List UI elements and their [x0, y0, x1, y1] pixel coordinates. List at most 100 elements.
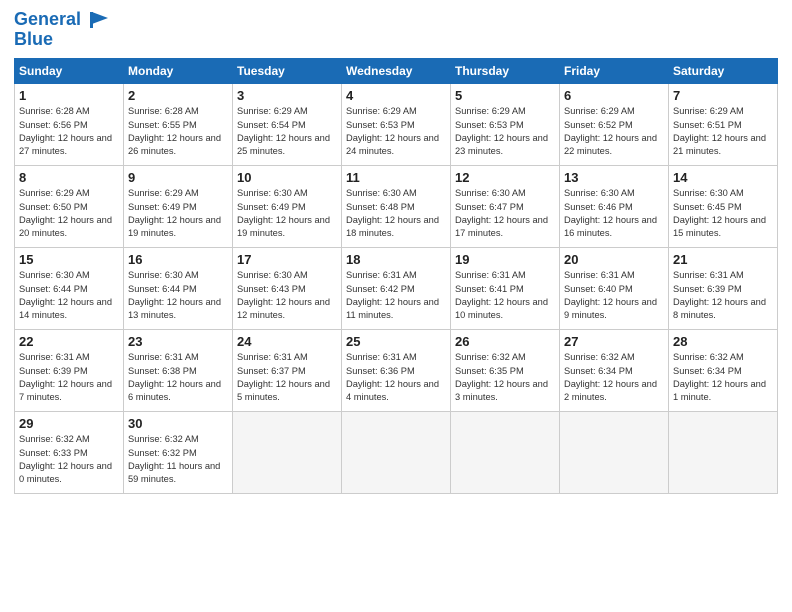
day-number: 10 — [237, 170, 337, 185]
cell-details: Sunrise: 6:31 AMSunset: 6:39 PMDaylight:… — [673, 270, 766, 320]
cell-details: Sunrise: 6:29 AMSunset: 6:51 PMDaylight:… — [673, 106, 766, 156]
cell-details: Sunrise: 6:30 AMSunset: 6:45 PMDaylight:… — [673, 188, 766, 238]
day-cell-29: 29 Sunrise: 6:32 AMSunset: 6:33 PMDaylig… — [15, 412, 124, 494]
day-cell-28: 28 Sunrise: 6:32 AMSunset: 6:34 PMDaylig… — [669, 330, 778, 412]
cell-details: Sunrise: 6:29 AMSunset: 6:49 PMDaylight:… — [128, 188, 221, 238]
day-number: 24 — [237, 334, 337, 349]
day-cell-15: 15 Sunrise: 6:30 AMSunset: 6:44 PMDaylig… — [15, 248, 124, 330]
cell-details: Sunrise: 6:29 AMSunset: 6:50 PMDaylight:… — [19, 188, 112, 238]
cell-details: Sunrise: 6:30 AMSunset: 6:43 PMDaylight:… — [237, 270, 330, 320]
day-number: 27 — [564, 334, 664, 349]
day-cell-17: 17 Sunrise: 6:30 AMSunset: 6:43 PMDaylig… — [233, 248, 342, 330]
day-cell-3: 3 Sunrise: 6:29 AMSunset: 6:54 PMDayligh… — [233, 84, 342, 166]
cell-details: Sunrise: 6:29 AMSunset: 6:53 PMDaylight:… — [455, 106, 548, 156]
cell-details: Sunrise: 6:31 AMSunset: 6:42 PMDaylight:… — [346, 270, 439, 320]
day-cell-21: 21 Sunrise: 6:31 AMSunset: 6:39 PMDaylig… — [669, 248, 778, 330]
cell-details: Sunrise: 6:31 AMSunset: 6:37 PMDaylight:… — [237, 352, 330, 402]
day-number: 29 — [19, 416, 119, 431]
cell-details: Sunrise: 6:28 AMSunset: 6:55 PMDaylight:… — [128, 106, 221, 156]
day-cell-13: 13 Sunrise: 6:30 AMSunset: 6:46 PMDaylig… — [560, 166, 669, 248]
day-cell-26: 26 Sunrise: 6:32 AMSunset: 6:35 PMDaylig… — [451, 330, 560, 412]
empty-cell — [233, 412, 342, 494]
day-cell-2: 2 Sunrise: 6:28 AMSunset: 6:55 PMDayligh… — [124, 84, 233, 166]
cell-details: Sunrise: 6:31 AMSunset: 6:38 PMDaylight:… — [128, 352, 221, 402]
day-number: 16 — [128, 252, 228, 267]
calendar-table: SundayMondayTuesdayWednesdayThursdayFrid… — [14, 58, 778, 494]
cell-details: Sunrise: 6:31 AMSunset: 6:41 PMDaylight:… — [455, 270, 548, 320]
day-number: 25 — [346, 334, 446, 349]
day-number: 2 — [128, 88, 228, 103]
day-cell-19: 19 Sunrise: 6:31 AMSunset: 6:41 PMDaylig… — [451, 248, 560, 330]
day-number: 20 — [564, 252, 664, 267]
day-number: 14 — [673, 170, 773, 185]
empty-cell — [669, 412, 778, 494]
day-cell-22: 22 Sunrise: 6:31 AMSunset: 6:39 PMDaylig… — [15, 330, 124, 412]
cell-details: Sunrise: 6:31 AMSunset: 6:36 PMDaylight:… — [346, 352, 439, 402]
cell-details: Sunrise: 6:30 AMSunset: 6:49 PMDaylight:… — [237, 188, 330, 238]
day-number: 1 — [19, 88, 119, 103]
day-number: 12 — [455, 170, 555, 185]
day-number: 22 — [19, 334, 119, 349]
logo-general: General — [14, 9, 81, 29]
day-number: 13 — [564, 170, 664, 185]
cell-details: Sunrise: 6:31 AMSunset: 6:40 PMDaylight:… — [564, 270, 657, 320]
day-cell-9: 9 Sunrise: 6:29 AMSunset: 6:49 PMDayligh… — [124, 166, 233, 248]
col-header-sunday: Sunday — [15, 59, 124, 84]
day-cell-7: 7 Sunrise: 6:29 AMSunset: 6:51 PMDayligh… — [669, 84, 778, 166]
cell-details: Sunrise: 6:30 AMSunset: 6:46 PMDaylight:… — [564, 188, 657, 238]
day-cell-24: 24 Sunrise: 6:31 AMSunset: 6:37 PMDaylig… — [233, 330, 342, 412]
day-number: 5 — [455, 88, 555, 103]
day-number: 15 — [19, 252, 119, 267]
day-cell-1: 1 Sunrise: 6:28 AMSunset: 6:56 PMDayligh… — [15, 84, 124, 166]
logo-blue: Blue — [14, 30, 110, 50]
cell-details: Sunrise: 6:32 AMSunset: 6:33 PMDaylight:… — [19, 434, 112, 484]
day-cell-4: 4 Sunrise: 6:29 AMSunset: 6:53 PMDayligh… — [342, 84, 451, 166]
cell-details: Sunrise: 6:30 AMSunset: 6:47 PMDaylight:… — [455, 188, 548, 238]
day-cell-11: 11 Sunrise: 6:30 AMSunset: 6:48 PMDaylig… — [342, 166, 451, 248]
cell-details: Sunrise: 6:32 AMSunset: 6:34 PMDaylight:… — [673, 352, 766, 402]
day-number: 9 — [128, 170, 228, 185]
day-cell-12: 12 Sunrise: 6:30 AMSunset: 6:47 PMDaylig… — [451, 166, 560, 248]
day-cell-5: 5 Sunrise: 6:29 AMSunset: 6:53 PMDayligh… — [451, 84, 560, 166]
col-header-wednesday: Wednesday — [342, 59, 451, 84]
day-number: 8 — [19, 170, 119, 185]
col-header-friday: Friday — [560, 59, 669, 84]
cell-details: Sunrise: 6:31 AMSunset: 6:39 PMDaylight:… — [19, 352, 112, 402]
cell-details: Sunrise: 6:32 AMSunset: 6:35 PMDaylight:… — [455, 352, 548, 402]
day-cell-27: 27 Sunrise: 6:32 AMSunset: 6:34 PMDaylig… — [560, 330, 669, 412]
day-number: 6 — [564, 88, 664, 103]
day-cell-6: 6 Sunrise: 6:29 AMSunset: 6:52 PMDayligh… — [560, 84, 669, 166]
cell-details: Sunrise: 6:29 AMSunset: 6:53 PMDaylight:… — [346, 106, 439, 156]
col-header-tuesday: Tuesday — [233, 59, 342, 84]
day-cell-8: 8 Sunrise: 6:29 AMSunset: 6:50 PMDayligh… — [15, 166, 124, 248]
day-number: 19 — [455, 252, 555, 267]
day-cell-16: 16 Sunrise: 6:30 AMSunset: 6:44 PMDaylig… — [124, 248, 233, 330]
day-number: 23 — [128, 334, 228, 349]
cell-details: Sunrise: 6:32 AMSunset: 6:34 PMDaylight:… — [564, 352, 657, 402]
day-number: 3 — [237, 88, 337, 103]
page: General Blue SundayMondayTuesdayWednesda… — [0, 0, 792, 612]
day-cell-30: 30 Sunrise: 6:32 AMSunset: 6:32 PMDaylig… — [124, 412, 233, 494]
day-cell-20: 20 Sunrise: 6:31 AMSunset: 6:40 PMDaylig… — [560, 248, 669, 330]
day-number: 28 — [673, 334, 773, 349]
cell-details: Sunrise: 6:32 AMSunset: 6:32 PMDaylight:… — [128, 434, 220, 484]
day-number: 7 — [673, 88, 773, 103]
day-number: 17 — [237, 252, 337, 267]
cell-details: Sunrise: 6:28 AMSunset: 6:56 PMDaylight:… — [19, 106, 112, 156]
logo: General Blue — [14, 10, 110, 50]
day-number: 30 — [128, 416, 228, 431]
header: General Blue — [14, 10, 778, 50]
day-number: 21 — [673, 252, 773, 267]
day-number: 11 — [346, 170, 446, 185]
logo-flag-icon — [88, 10, 110, 30]
col-header-monday: Monday — [124, 59, 233, 84]
logo-text: General — [14, 10, 110, 30]
day-number: 26 — [455, 334, 555, 349]
day-cell-18: 18 Sunrise: 6:31 AMSunset: 6:42 PMDaylig… — [342, 248, 451, 330]
empty-cell — [451, 412, 560, 494]
day-cell-23: 23 Sunrise: 6:31 AMSunset: 6:38 PMDaylig… — [124, 330, 233, 412]
empty-cell — [342, 412, 451, 494]
day-cell-10: 10 Sunrise: 6:30 AMSunset: 6:49 PMDaylig… — [233, 166, 342, 248]
cell-details: Sunrise: 6:30 AMSunset: 6:44 PMDaylight:… — [128, 270, 221, 320]
day-number: 18 — [346, 252, 446, 267]
